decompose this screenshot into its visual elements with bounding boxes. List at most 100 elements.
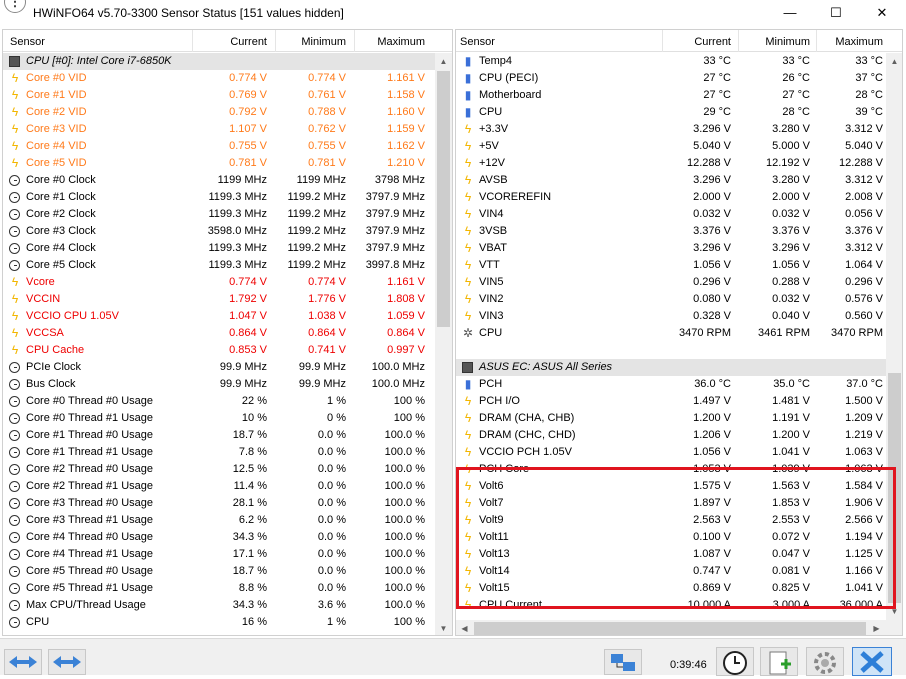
sensor-row[interactable]: ϟ VCOREREFIN 2.000 V 2.000 V 2.008 V [456, 189, 902, 206]
sensor-row[interactable]: ϟ PCH I/O 1.497 V 1.481 V 1.500 V [456, 393, 902, 410]
column-current[interactable]: Current [694, 36, 731, 48]
collapse-arrows-button[interactable] [48, 649, 86, 675]
column-maximum[interactable]: Maximum [835, 36, 883, 48]
sensor-row[interactable]: ϟ 3VSB 3.376 V 3.376 V 3.376 V [456, 223, 902, 240]
sensor-row[interactable]: Core #4 Clock 1199.3 MHz 1199.2 MHz 3797.9 … [3, 240, 452, 257]
sensor-row[interactable]: ϟ +5V 5.040 V 5.000 V 5.040 V [456, 138, 902, 155]
nav-arrows-button[interactable] [4, 649, 42, 675]
timer-button[interactable] [716, 647, 754, 676]
sensor-row[interactable]: ϟ Vcore 0.774 V 0.774 V 1.161 V [3, 274, 452, 291]
sensor-row[interactable]: ϟ DRAM (CHC, CHD) 1.206 V 1.200 V 1.219 V [456, 427, 902, 444]
sensor-row[interactable]: ϟ CPU Cache 0.853 V 0.741 V 0.997 V [3, 342, 452, 359]
sensor-row[interactable]: Core #2 Thread #1 Usage 11.4 % 0.0 % 100.0 … [3, 478, 452, 495]
sensor-row[interactable]: Core #3 Thread #0 Usage 28.1 % 0.0 % 100.0 … [3, 495, 452, 512]
voltage-icon: ϟ [11, 156, 19, 170]
sensor-row[interactable]: ϟ +12V 12.288 V 12.192 V 12.288 V [456, 155, 902, 172]
column-minimum[interactable]: Minimum [301, 36, 346, 48]
report-button[interactable] [760, 647, 798, 676]
sensor-row[interactable]: ✲ CPU 3470 RPM 3461 RPM 3470 RPM [456, 325, 902, 342]
clock-icon [9, 175, 20, 186]
sensor-row[interactable]: ϟ VBAT 3.296 V 3.296 V 3.312 V [456, 240, 902, 257]
sensor-row[interactable]: ▮ CPU 29 °C 28 °C 39 °C [456, 104, 902, 121]
add-document-icon [769, 651, 791, 675]
scroll-down-arrow-icon[interactable]: ▼ [435, 620, 452, 635]
sensor-group-header[interactable]: CPU [#0]: Intel Core i7-6850K [3, 53, 452, 70]
sensor-row[interactable]: ϟ VCCSA 0.864 V 0.864 V 0.864 V [3, 325, 452, 342]
sensor-row[interactable]: ϟ VIN4 0.032 V 0.032 V 0.056 V [456, 206, 902, 223]
sensor-row[interactable]: Core #5 Clock 1199.3 MHz 1199.2 MHz 3997.8 … [3, 257, 452, 274]
sensor-name: VTT [479, 259, 500, 271]
fan-icon: ✲ [462, 326, 474, 340]
sensor-row[interactable]: Core #0 Clock 1199 MHz 1199 MHz 3798 MHz [3, 172, 452, 189]
sensor-row[interactable]: ϟ VCCIO PCH 1.05V 1.056 V 1.041 V 1.063 V [456, 444, 902, 461]
sensor-row[interactable]: ▮ Temp4 33 °C 33 °C 33 °C [456, 53, 902, 70]
sensor-row[interactable]: ϟ DRAM (CHA, CHB) 1.200 V 1.191 V 1.209 V [456, 410, 902, 427]
column-minimum[interactable]: Minimum [765, 36, 810, 48]
app-icon[interactable]: ⋮ [4, 0, 26, 13]
sensor-row[interactable]: Core #1 Thread #1 Usage 7.8 % 0.0 % 100.0 % [3, 444, 452, 461]
column-sensor[interactable]: Sensor [460, 36, 495, 48]
sensor-row[interactable]: ϟ Core #4 VID 0.755 V 0.755 V 1.162 V [3, 138, 452, 155]
scroll-thumb[interactable] [474, 622, 866, 635]
sensor-row[interactable]: Core #0 Thread #0 Usage 22 % 1 % 100 % [3, 393, 452, 410]
minimum-value: 0.032 V [772, 208, 810, 220]
scroll-up-arrow-icon[interactable]: ▲ [886, 53, 902, 70]
sensor-row[interactable]: Core #1 Clock 1199.3 MHz 1199.2 MHz 3797.9 … [3, 189, 452, 206]
column-maximum[interactable]: Maximum [377, 36, 425, 48]
sensor-row[interactable]: ϟ Core #1 VID 0.769 V 0.761 V 1.158 V [3, 87, 452, 104]
sensor-row[interactable]: ▮ PCH 36.0 °C 35.0 °C 37.0 °C [456, 376, 902, 393]
sensor-row[interactable]: Core #3 Clock 3598.0 MHz 1199.2 MHz 3797.9 … [3, 223, 452, 240]
sensor-row[interactable]: ▮ CPU (PECI) 27 °C 26 °C 37 °C [456, 70, 902, 87]
scroll-thumb[interactable] [437, 71, 450, 327]
sensor-row[interactable]: ϟ Core #3 VID 1.107 V 0.762 V 1.159 V [3, 121, 452, 138]
minimize-button[interactable]: — [767, 0, 813, 26]
close-button[interactable]: ✕ [859, 0, 905, 26]
vertical-scrollbar-left[interactable]: ▲ ▼ [435, 53, 452, 635]
column-sensor[interactable]: Sensor [10, 36, 45, 48]
sensor-row[interactable]: ϟ +3.3V 3.296 V 3.280 V 3.312 V [456, 121, 902, 138]
sensor-row[interactable]: ϟ VIN5 0.296 V 0.288 V 0.296 V [456, 274, 902, 291]
current-value: 1.792 V [229, 293, 267, 305]
sensor-row[interactable]: Core #5 Thread #0 Usage 18.7 % 0.0 % 100.0 … [3, 563, 452, 580]
sensor-row[interactable]: ▮ Motherboard 27 °C 27 °C 28 °C [456, 87, 902, 104]
sensor-row[interactable]: ϟ VIN2 0.080 V 0.032 V 0.576 V [456, 291, 902, 308]
sensor-row[interactable]: ϟ VTT 1.056 V 1.056 V 1.064 V [456, 257, 902, 274]
sensor-pane-left: Sensor Current Minimum Maximum CPU [#0]:… [2, 29, 453, 636]
column-current[interactable]: Current [230, 36, 267, 48]
sensor-row[interactable]: ϟ Core #5 VID 0.781 V 0.781 V 1.210 V [3, 155, 452, 172]
sensor-row[interactable]: ϟ Core #0 VID 0.774 V 0.774 V 1.161 V [3, 70, 452, 87]
sensor-row[interactable]: ϟ VIN3 0.328 V 0.040 V 0.560 V [456, 308, 902, 325]
thermometer-icon: ▮ [464, 54, 472, 68]
maximum-value: 100.0 % [384, 582, 425, 594]
horizontal-scrollbar-right[interactable]: ◀ ▶ [456, 620, 902, 635]
minimum-value: 0.774 V [308, 276, 346, 288]
sensor-row[interactable]: PCIe Clock 99.9 MHz 99.9 MHz 100.0 MHz [3, 359, 452, 376]
scroll-left-arrow-icon[interactable]: ◀ [456, 620, 473, 635]
sensor-group-header[interactable]: ASUS EC: ASUS All Series [456, 359, 902, 376]
gear-icon [814, 652, 836, 674]
sensor-row[interactable]: Core #2 Thread #0 Usage 12.5 % 0.0 % 100.0 … [3, 461, 452, 478]
sensor-row[interactable]: Core #1 Thread #0 Usage 18.7 % 0.0 % 100.0 … [3, 427, 452, 444]
sensor-row[interactable]: Core #5 Thread #1 Usage 8.8 % 0.0 % 100.0 % [3, 580, 452, 597]
network-button[interactable] [604, 649, 642, 675]
sensor-row[interactable]: Bus Clock 99.9 MHz 99.9 MHz 100.0 MHz [3, 376, 452, 393]
sensor-row[interactable]: Core #4 Thread #0 Usage 34.3 % 0.0 % 100.0 … [3, 529, 452, 546]
voltage-icon: ϟ [464, 139, 472, 153]
sensor-row[interactable]: Max CPU/Thread Usage 34.3 % 3.6 % 100.0 % [3, 597, 452, 614]
voltage-icon: ϟ [11, 122, 19, 136]
sensor-row[interactable]: Core #0 Thread #1 Usage 10 % 0 % 100 % [3, 410, 452, 427]
sensor-row[interactable]: Core #4 Thread #1 Usage 17.1 % 0.0 % 100.0 … [3, 546, 452, 563]
maximum-value: 1.162 V [387, 140, 425, 152]
sensor-row[interactable]: ϟ AVSB 3.296 V 3.280 V 3.312 V [456, 172, 902, 189]
scroll-up-arrow-icon[interactable]: ▲ [435, 53, 452, 70]
maximize-button[interactable]: ☐ [813, 0, 859, 26]
settings-button[interactable] [806, 647, 844, 676]
sensor-row[interactable]: CPU 16 % 1 % 100 % [3, 614, 452, 631]
sensor-row[interactable]: Core #2 Clock 1199.3 MHz 1199.2 MHz 3797.9 … [3, 206, 452, 223]
scroll-right-arrow-icon[interactable]: ▶ [868, 620, 885, 635]
sensor-row[interactable]: Core #3 Thread #1 Usage 6.2 % 0.0 % 100.0 % [3, 512, 452, 529]
sensor-row[interactable]: ϟ VCCIN 1.792 V 1.776 V 1.808 V [3, 291, 452, 308]
sensor-row[interactable]: ϟ Core #2 VID 0.792 V 0.788 V 1.160 V [3, 104, 452, 121]
close-sensors-button[interactable] [852, 647, 892, 676]
sensor-row[interactable]: ϟ VCCIO CPU 1.05V 1.047 V 1.038 V 1.059 V [3, 308, 452, 325]
